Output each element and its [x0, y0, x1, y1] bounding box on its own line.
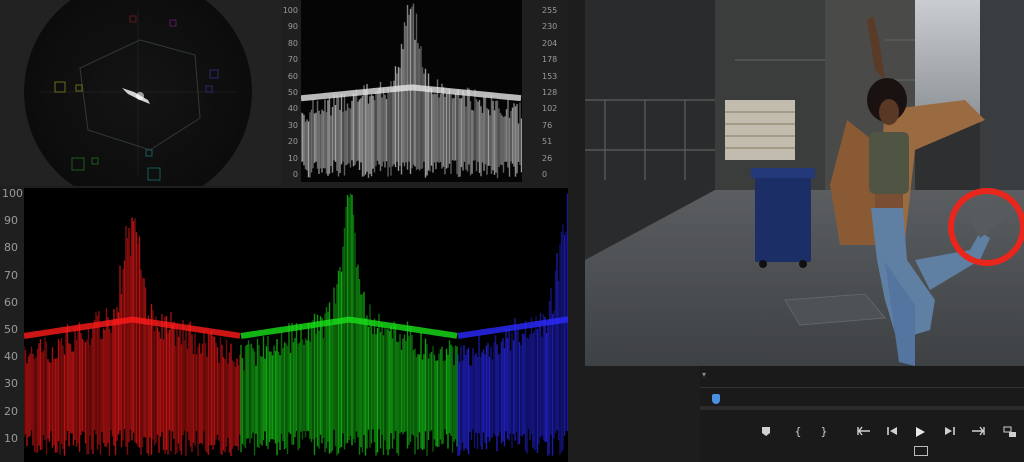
- luma-trace: [300, 3, 523, 179]
- mark-out-button[interactable]: }: [816, 424, 832, 440]
- luma-scale-8bit-label: 128: [542, 88, 558, 97]
- parade-scale-ire-label: 30: [4, 377, 18, 391]
- luma-scale-8bit-label: 230: [542, 22, 558, 32]
- luma-scale-ire-label: 60: [287, 71, 298, 81]
- program-monitor-panel: ▾ { }: [568, 0, 1024, 462]
- step-back-button[interactable]: [884, 424, 900, 440]
- step-back-icon: [887, 427, 897, 435]
- luma-scale-ire-label: 0: [292, 170, 298, 179]
- vectorscope-graph: [24, 0, 252, 186]
- red-channel-trace: [23, 217, 241, 457]
- luma-scale-ire-label: 100: [282, 6, 298, 15]
- luma-scale-8bit-label: 51: [542, 137, 553, 147]
- marker-icon: [762, 427, 770, 436]
- step-forward-button[interactable]: [942, 424, 958, 440]
- luma-scale-ire-label: 50: [287, 88, 298, 97]
- luma-scale-ire-label: 90: [287, 22, 298, 32]
- parade-scale-ire-label: 60: [4, 295, 18, 309]
- luma-waveform-panel: 100 90 80 70 60 50 40 30 20 10 0 255 230 204 178 153 12…: [282, 0, 566, 186]
- luma-scale-8bit-label: 102: [542, 104, 558, 114]
- add-marker-button[interactable]: [758, 424, 774, 440]
- go-to-out-icon: [972, 426, 985, 436]
- luma-scale-ire-label: 10: [287, 153, 298, 163]
- luma-waveform-plot: [300, 0, 523, 182]
- go-to-in-icon: [857, 426, 870, 436]
- transport-controls: ▾ { }: [700, 366, 1024, 462]
- time-ruler[interactable]: [700, 374, 1024, 388]
- step-forward-icon: [945, 427, 955, 435]
- mark-out-icon: }: [820, 425, 828, 438]
- luma-scale-8bit-label: 76: [542, 120, 553, 130]
- mark-in-icon: {: [794, 425, 802, 438]
- go-to-in-button[interactable]: [856, 424, 872, 440]
- luma-scale-8bit-label: 0: [542, 170, 548, 179]
- parade-scale-ire-label: 70: [4, 268, 18, 282]
- play-button[interactable]: [912, 424, 928, 440]
- parade-scale-ire-label: 80: [4, 241, 18, 255]
- parade-scale-ire-label: 50: [4, 323, 18, 336]
- go-to-out-button[interactable]: [970, 424, 986, 440]
- program-monitor-video: [585, 0, 1024, 366]
- luma-scale-8bit-label: 178: [542, 55, 558, 65]
- green-channel-trace: [240, 193, 458, 456]
- insert-icon: [1003, 426, 1016, 437]
- toggle-proxies-button[interactable]: [914, 446, 928, 456]
- luma-scale-ire-label: 70: [287, 55, 298, 65]
- timeline-scrub-bar[interactable]: [700, 406, 1024, 410]
- lumetri-scopes-workspace: 100 90 80 70 60 50 40 30 20 10 0 255 230 204 178 153 12…: [0, 0, 1024, 462]
- parade-scale-ire-label: 40: [4, 350, 18, 364]
- luma-scale-8bit-label: 255: [542, 6, 558, 15]
- luma-scale-ire-label: 20: [287, 137, 298, 147]
- parade-scale-ire-label: 10: [4, 431, 18, 445]
- parade-scale-ire-label: 20: [4, 404, 18, 418]
- vectorscope-panel: [0, 0, 290, 186]
- insert-button[interactable]: [1002, 424, 1018, 440]
- parade-scale-ire-label: 90: [4, 214, 18, 228]
- luma-scale-8bit-label: 153: [542, 71, 558, 81]
- parade-scale-ire-label: 100: [2, 187, 23, 200]
- luma-scale-ire-label: 40: [287, 104, 298, 114]
- luma-scale-8bit-label: 26: [542, 153, 553, 163]
- play-icon: [916, 427, 925, 437]
- luma-scale-8bit-label: 204: [542, 38, 558, 48]
- mark-in-button[interactable]: {: [790, 424, 806, 440]
- luma-scale-ire-label: 80: [287, 38, 298, 48]
- luma-scale-ire-label: 30: [287, 120, 298, 130]
- playhead[interactable]: [712, 394, 720, 404]
